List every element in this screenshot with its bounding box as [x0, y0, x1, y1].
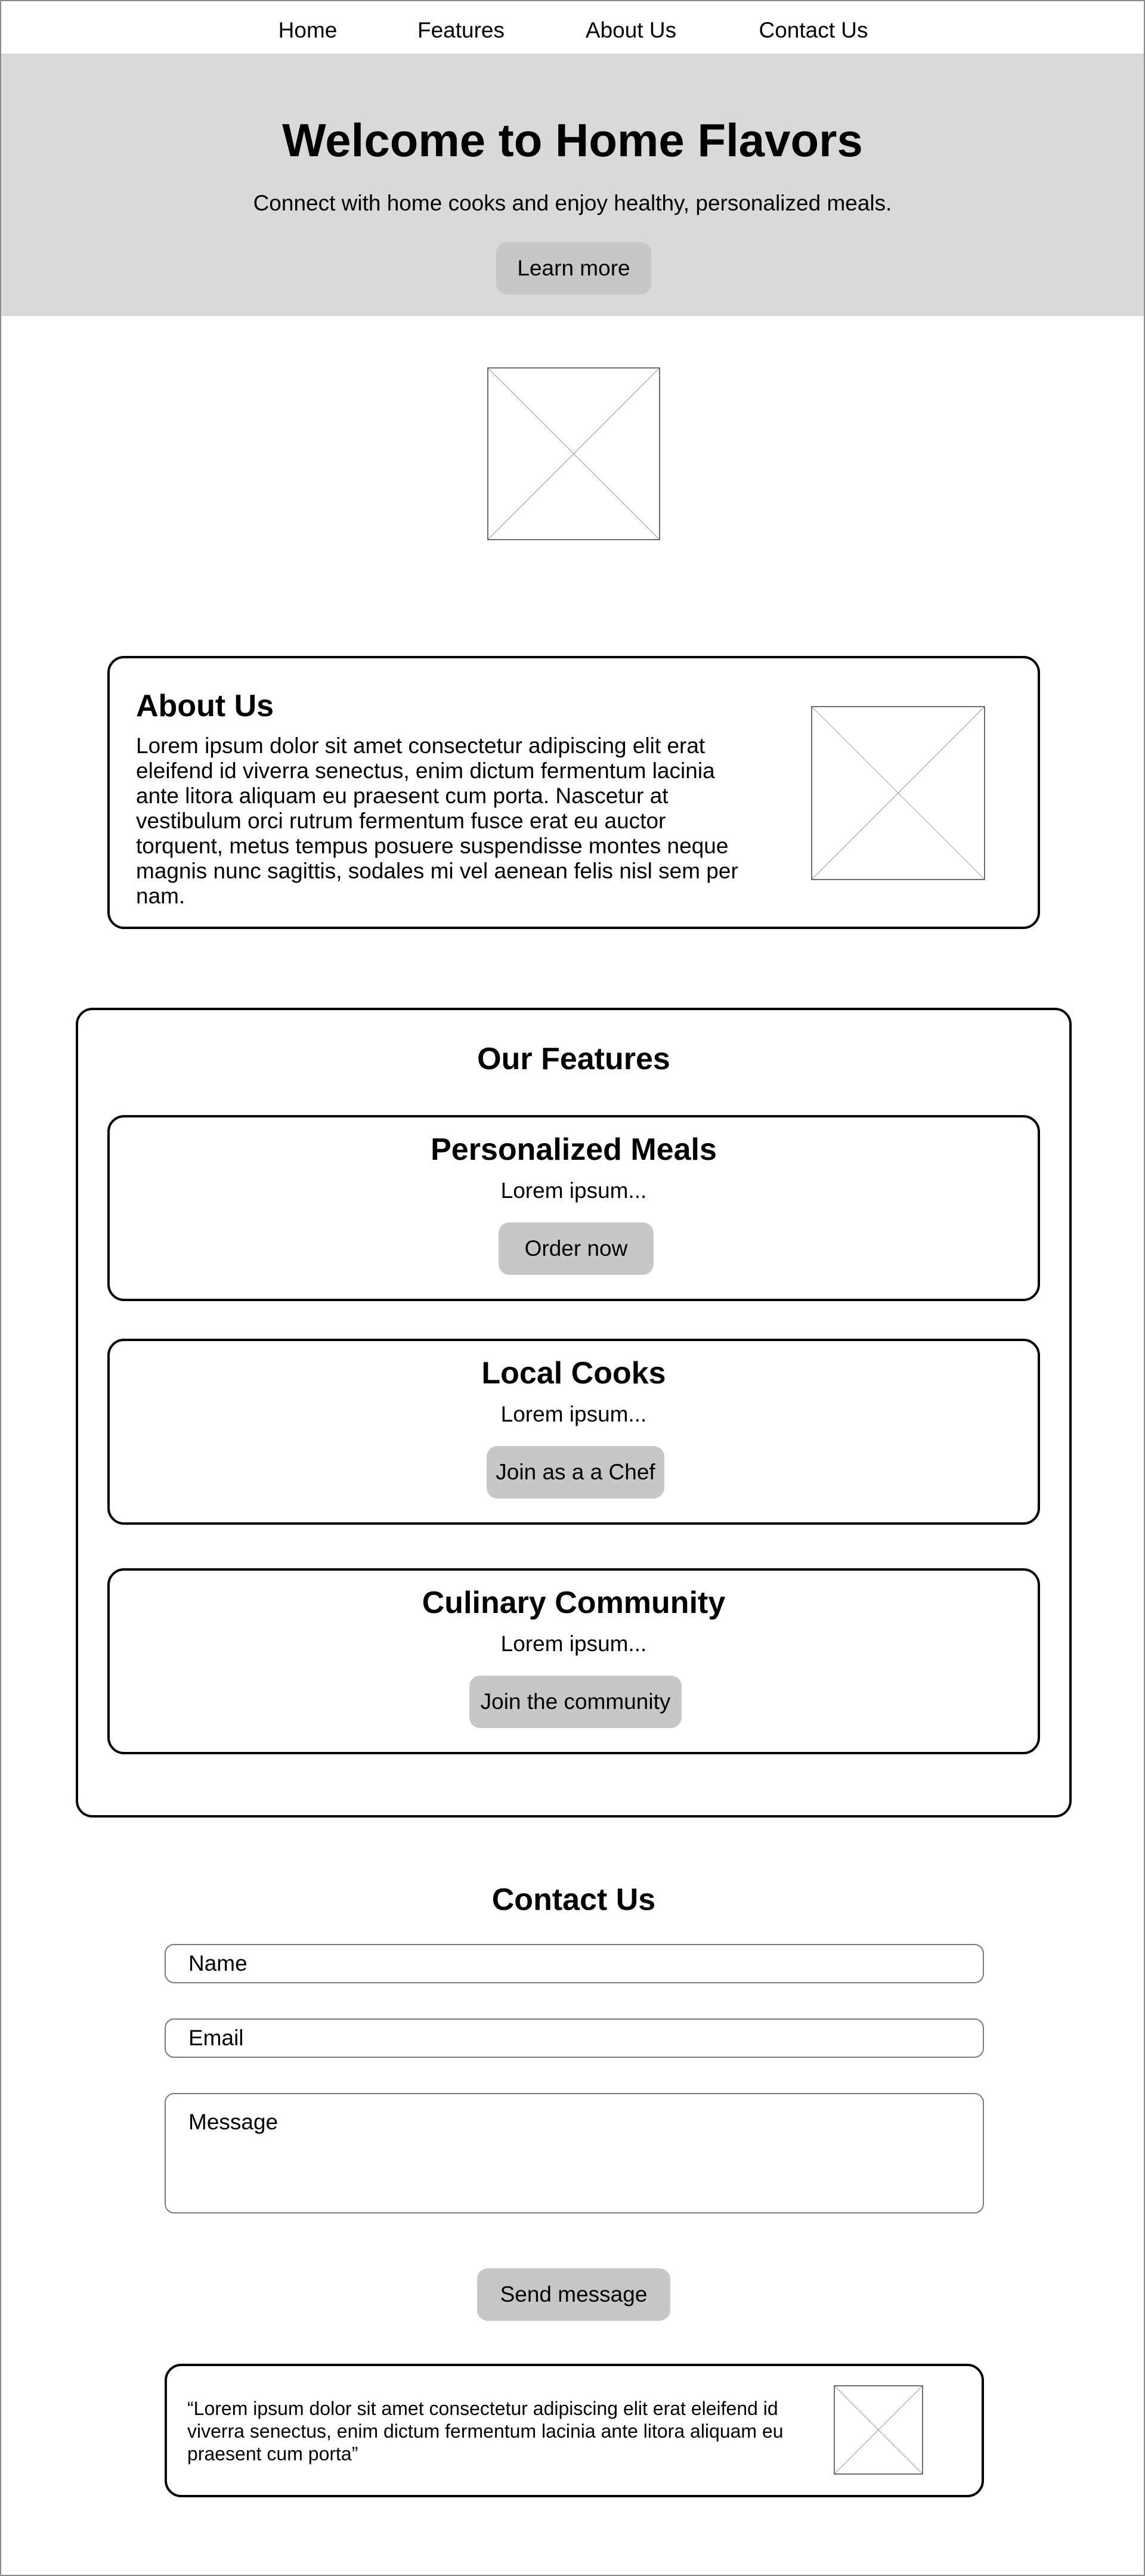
- feature-title: Culinary Community: [422, 1586, 726, 1620]
- message-textarea[interactable]: [165, 2093, 984, 2213]
- send-message-button[interactable]: Send message: [477, 2268, 670, 2321]
- name-input[interactable]: [165, 1944, 984, 1983]
- hero-section: Welcome to Home Flavors Connect with hom…: [1, 54, 1144, 316]
- email-input[interactable]: [165, 2018, 984, 2058]
- join-community-button[interactable]: Join the community: [469, 1676, 682, 1728]
- feature-card-personalized-meals: Personalized Meals Lorem ipsum... Order …: [107, 1115, 1040, 1301]
- join-as-chef-button[interactable]: Join as a a Chef: [487, 1446, 664, 1498]
- image-placeholder-icon: [812, 707, 984, 879]
- order-now-button[interactable]: Order now: [499, 1222, 654, 1275]
- nav-link-about-us[interactable]: About Us: [586, 17, 676, 44]
- image-placeholder-icon: [488, 369, 659, 539]
- page: Home Features About Us Contact Us Welcom…: [0, 0, 1145, 2576]
- top-nav: Home Features About Us Contact Us: [1, 1, 1144, 54]
- feature-card-culinary-community: Culinary Community Lorem ipsum... Join t…: [107, 1568, 1040, 1754]
- hero-subtitle: Connect with home cooks and enjoy health…: [253, 191, 892, 215]
- testimonial-quote: “Lorem ipsum dolor sit amet consectetur …: [187, 2398, 784, 2464]
- nav-link-contact-us[interactable]: Contact Us: [759, 17, 868, 44]
- features-title: Our Features: [477, 1042, 670, 1076]
- nav-link-home[interactable]: Home: [278, 17, 338, 44]
- feature-card-local-cooks: Local Cooks Lorem ipsum... Join as a a C…: [107, 1339, 1040, 1525]
- contact-title: Contact Us: [491, 1883, 656, 1917]
- feature-text: Lorem ipsum...: [500, 1402, 647, 1426]
- feature-text: Lorem ipsum...: [500, 1631, 647, 1656]
- about-us-text: Lorem ipsum dolor sit amet consectetur a…: [136, 733, 738, 908]
- testimonial-image-placeholder: [834, 2385, 923, 2475]
- feature-title: Personalized Meals: [431, 1132, 717, 1167]
- learn-more-button[interactable]: Learn more: [496, 242, 651, 295]
- hero-image-placeholder: [487, 367, 660, 540]
- hero-title: Welcome to Home Flavors: [282, 114, 863, 166]
- image-placeholder-icon: [835, 2386, 922, 2473]
- nav-link-features[interactable]: Features: [417, 17, 505, 44]
- feature-title: Local Cooks: [481, 1356, 666, 1391]
- about-us-title: About Us: [136, 689, 274, 723]
- about-image-placeholder: [811, 706, 985, 880]
- feature-text: Lorem ipsum...: [500, 1178, 647, 1203]
